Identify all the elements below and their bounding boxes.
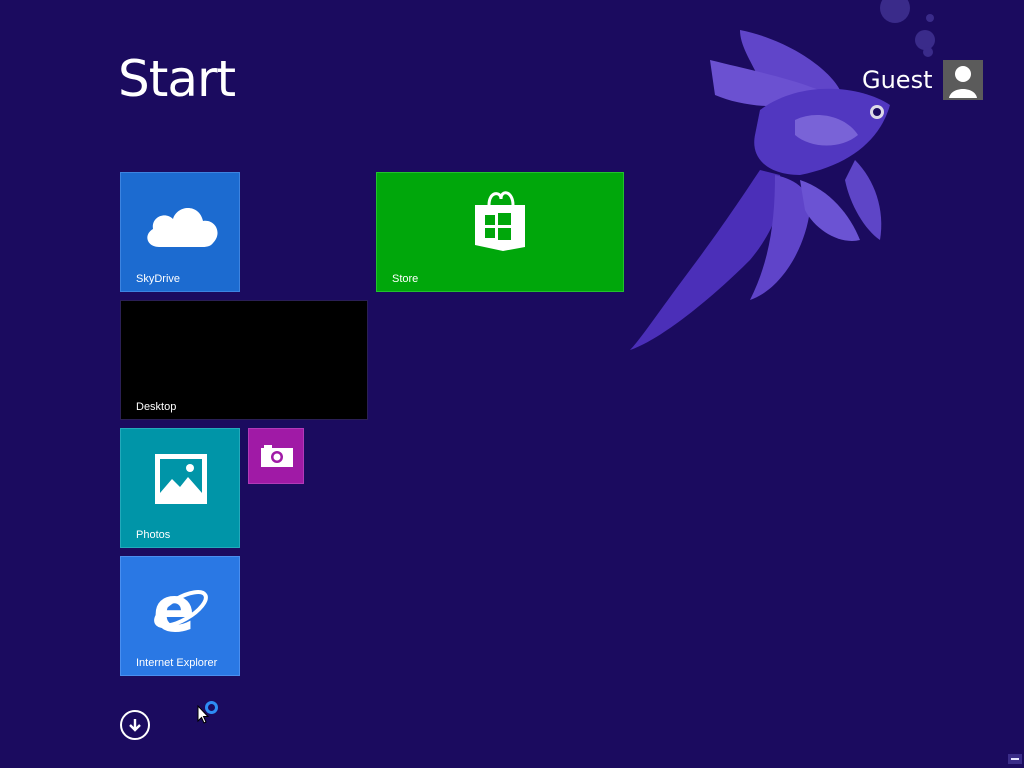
- tile-label: Photos: [136, 529, 171, 541]
- start-screen: Start Guest SkyDrive Store Desktop Photo…: [0, 0, 1024, 768]
- tile-camera[interactable]: [248, 428, 304, 484]
- tile-photos[interactable]: Photos: [120, 428, 240, 548]
- arrow-down-circle-icon: [129, 719, 141, 732]
- photo-icon: [155, 454, 207, 504]
- tile-label: Store: [392, 273, 419, 285]
- svg-text:e: e: [153, 579, 195, 639]
- internet-explorer-icon: e: [153, 579, 208, 639]
- zoom-out-button[interactable]: [1008, 754, 1022, 764]
- store-bag-icon: [475, 191, 525, 251]
- tile-desktop[interactable]: Desktop: [120, 300, 368, 420]
- tile-label: Desktop: [136, 401, 177, 413]
- tile-label: Internet Explorer: [136, 657, 218, 669]
- minus-icon: [1011, 758, 1019, 760]
- fish-background-icon: [630, 30, 890, 350]
- user-account-button[interactable]: Guest: [862, 60, 983, 100]
- user-silhouette-icon: [942, 60, 983, 100]
- tile-label: SkyDrive: [136, 273, 181, 285]
- all-apps-button[interactable]: [120, 710, 150, 740]
- busy-indicator-icon: [205, 701, 218, 714]
- tile-skydrive[interactable]: SkyDrive: [120, 172, 240, 292]
- page-title: Start: [118, 50, 236, 108]
- tile-store[interactable]: Store: [376, 172, 624, 292]
- user-name: Guest: [862, 66, 933, 94]
- tile-internet-explorer[interactable]: e Internet Explorer: [120, 556, 240, 676]
- cloud-icon: [147, 208, 218, 247]
- camera-icon: [261, 445, 293, 467]
- avatar: [942, 60, 983, 100]
